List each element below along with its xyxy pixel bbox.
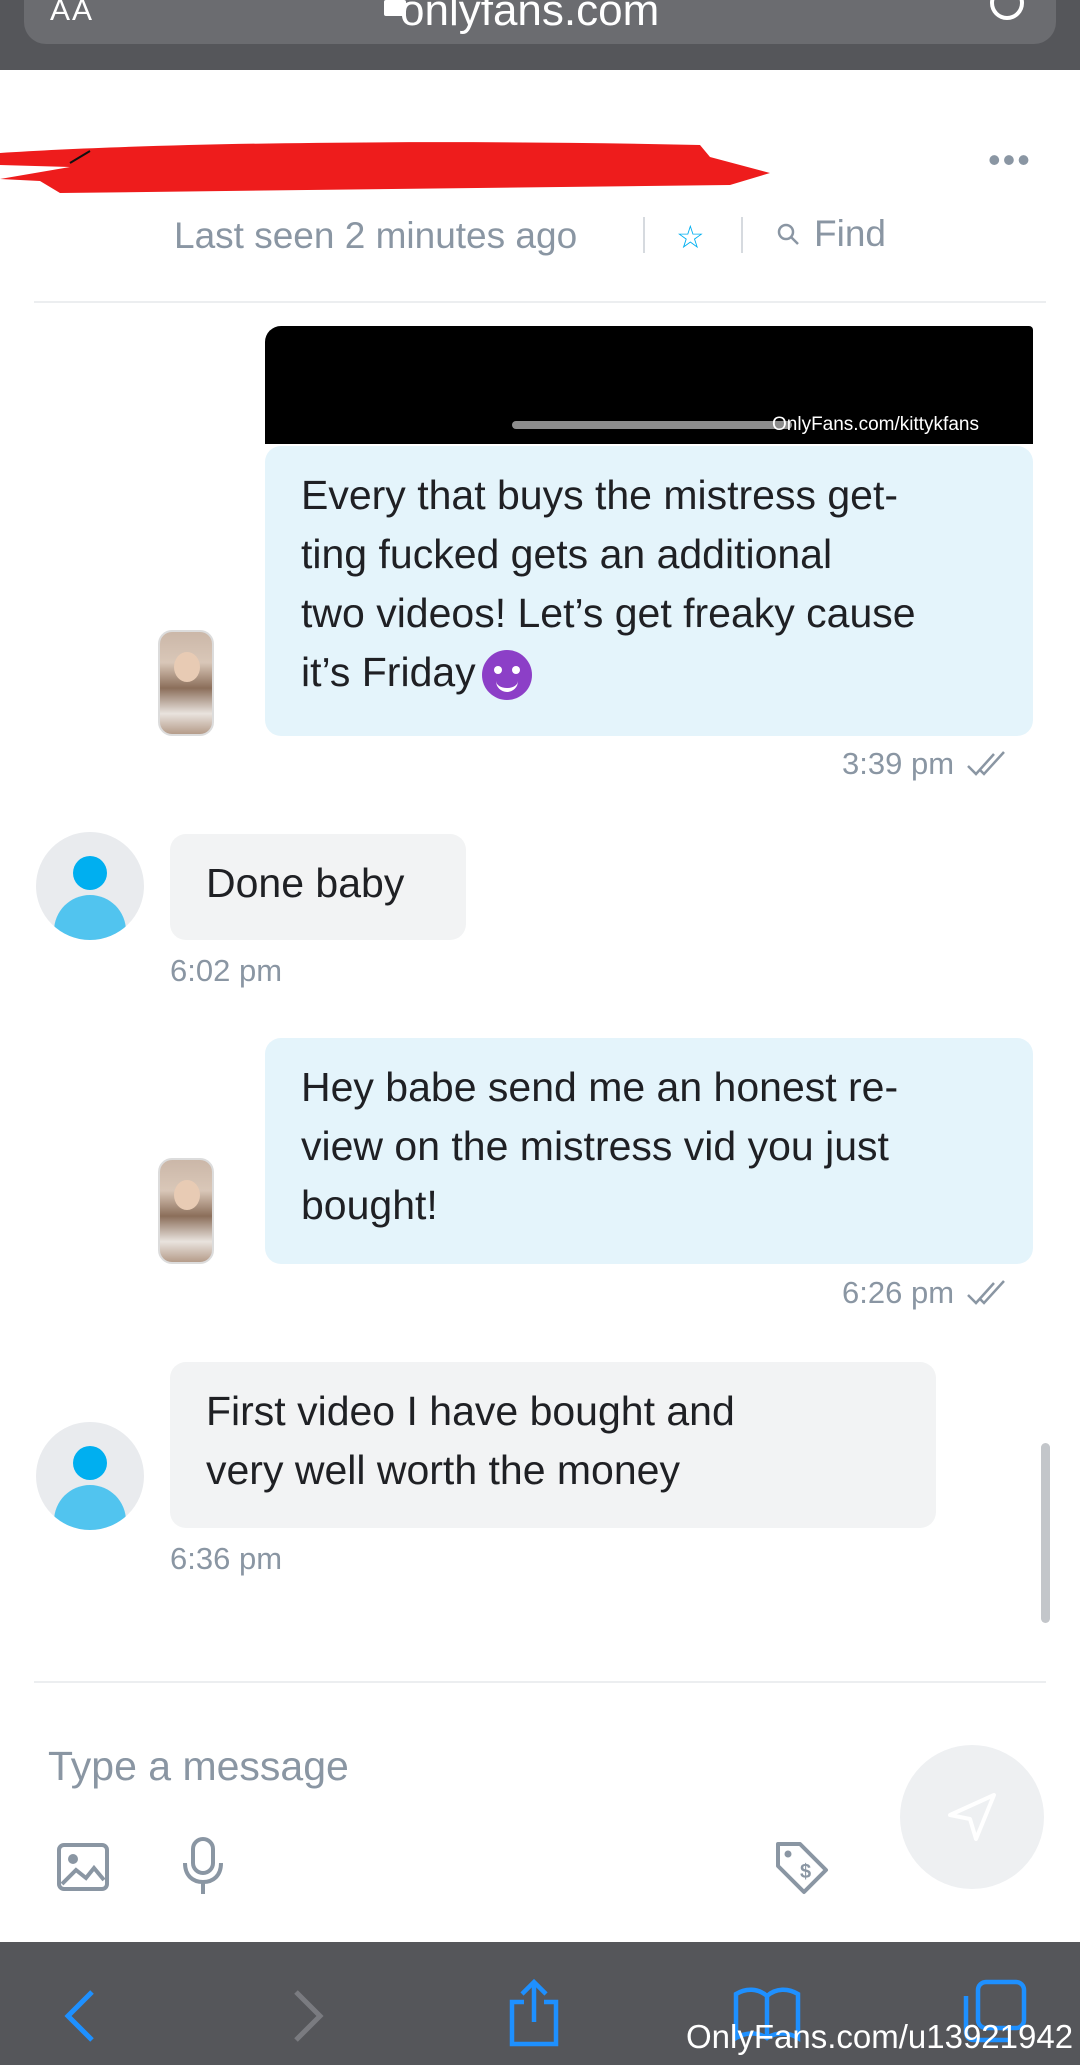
message-line: view on the mistress vid you just bbox=[301, 1123, 889, 1169]
chat-subheader: Last seen 2 minutes ago ☆ Find bbox=[0, 205, 1080, 261]
message-bubble-outgoing: Hey babe send me an honest re- view on t… bbox=[265, 1038, 1033, 1264]
double-check-icon bbox=[967, 751, 1005, 776]
find-label: Find bbox=[814, 213, 886, 254]
message-line: very well worth the money bbox=[206, 1447, 680, 1493]
message-bubble-outgoing: Every that buys the mistress get- ting f… bbox=[265, 446, 1033, 736]
message-time: 6:02 pm bbox=[170, 953, 283, 988]
message-input[interactable] bbox=[48, 1736, 848, 1796]
price-tag-icon[interactable]: $ bbox=[772, 1838, 832, 1898]
star-icon[interactable]: ☆ bbox=[676, 219, 712, 255]
browser-top-bar: AA onlyfans.com bbox=[0, 0, 1080, 70]
message-line: First video I have bought and bbox=[206, 1388, 735, 1434]
send-button[interactable] bbox=[900, 1745, 1044, 1889]
send-icon bbox=[948, 1793, 996, 1841]
smiling-imp-emoji-icon bbox=[481, 650, 532, 701]
svg-text:$: $ bbox=[800, 1861, 811, 1883]
microphone-icon[interactable] bbox=[180, 1836, 226, 1898]
media-watermark: OnlyFans.com/kittykfans bbox=[772, 414, 979, 435]
more-options-icon[interactable]: ••• bbox=[988, 142, 1032, 178]
back-icon[interactable] bbox=[62, 1988, 98, 2044]
message-time: 3:39 pm bbox=[842, 746, 1010, 782]
avatar[interactable] bbox=[158, 1158, 214, 1264]
search-icon bbox=[777, 223, 799, 245]
avatar[interactable] bbox=[36, 832, 144, 940]
message-line: bought! bbox=[301, 1182, 438, 1228]
message-time: 6:36 pm bbox=[170, 1541, 283, 1576]
find-button[interactable]: Find bbox=[776, 213, 886, 255]
message-line: Done baby bbox=[206, 860, 405, 906]
url-text[interactable]: onlyfans.com bbox=[400, 0, 659, 36]
share-icon[interactable] bbox=[506, 1978, 562, 2048]
text-size-button[interactable]: AA bbox=[50, 0, 94, 28]
divider bbox=[34, 1681, 1046, 1683]
redaction-scribble bbox=[0, 142, 770, 193]
message-line: Hey babe send me an honest re- bbox=[301, 1064, 899, 1110]
user-icon bbox=[73, 856, 107, 890]
last-seen-status: Last seen 2 minutes ago bbox=[174, 215, 578, 256]
watermark-text: OnlyFans.com/u13921942 bbox=[686, 2018, 1074, 2055]
message-time: 6:26 pm bbox=[842, 1275, 1010, 1311]
message-bubble-incoming: Done baby bbox=[170, 834, 466, 940]
message-bubble-incoming: First video I have bought and very well … bbox=[170, 1362, 936, 1528]
avatar[interactable] bbox=[158, 630, 214, 736]
avatar[interactable] bbox=[36, 1422, 144, 1530]
double-check-icon bbox=[967, 1280, 1005, 1305]
message-line: ting fucked gets an additional bbox=[301, 531, 833, 577]
scrollbar[interactable] bbox=[1041, 1443, 1050, 1623]
message-line: it’s Friday bbox=[301, 643, 997, 702]
divider bbox=[643, 217, 645, 253]
message-line: Every that buys the mistress get- bbox=[301, 472, 899, 518]
divider bbox=[741, 217, 743, 253]
media-progress-bar bbox=[512, 421, 792, 429]
image-icon[interactable] bbox=[56, 1842, 110, 1892]
user-icon bbox=[73, 1446, 107, 1480]
message-line: two videos! Let’s get freaky cause bbox=[301, 590, 916, 636]
divider bbox=[34, 301, 1046, 303]
forward-icon[interactable] bbox=[290, 1988, 326, 2044]
